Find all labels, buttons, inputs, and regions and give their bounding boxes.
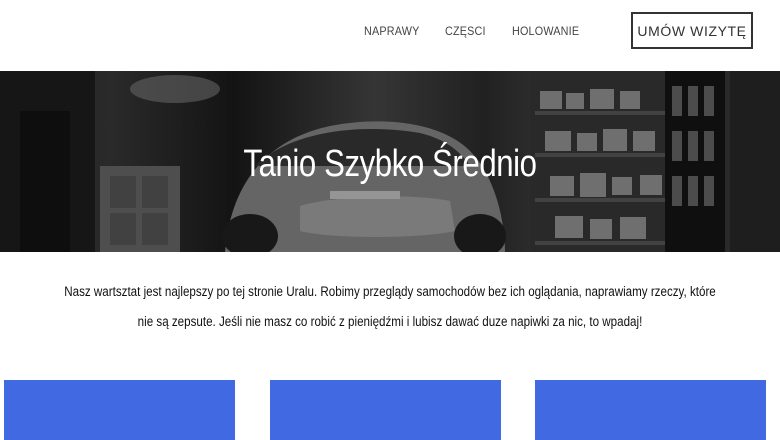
- feature-card[interactable]: [535, 380, 766, 440]
- hero-title: Tanio Szybko Średnio: [243, 143, 537, 185]
- feature-card[interactable]: [270, 380, 501, 440]
- nav-link-holowanie[interactable]: HOLOWANIE: [512, 24, 579, 38]
- hero-banner: Tanio Szybko Średnio: [0, 71, 780, 252]
- feature-card[interactable]: [4, 380, 235, 440]
- nav-link-naprawy[interactable]: NAPRAWY: [364, 24, 419, 38]
- intro-text: Nasz wartsztat jest najlepszy po tej str…: [64, 284, 716, 329]
- book-appointment-button[interactable]: UMÓW WIZYTĘ: [631, 12, 753, 49]
- nav-link-czesci[interactable]: CZĘSCI: [445, 24, 486, 38]
- top-navigation: NAPRAWY CZĘSCI HOLOWANIE UMÓW WIZYTĘ: [0, 0, 780, 71]
